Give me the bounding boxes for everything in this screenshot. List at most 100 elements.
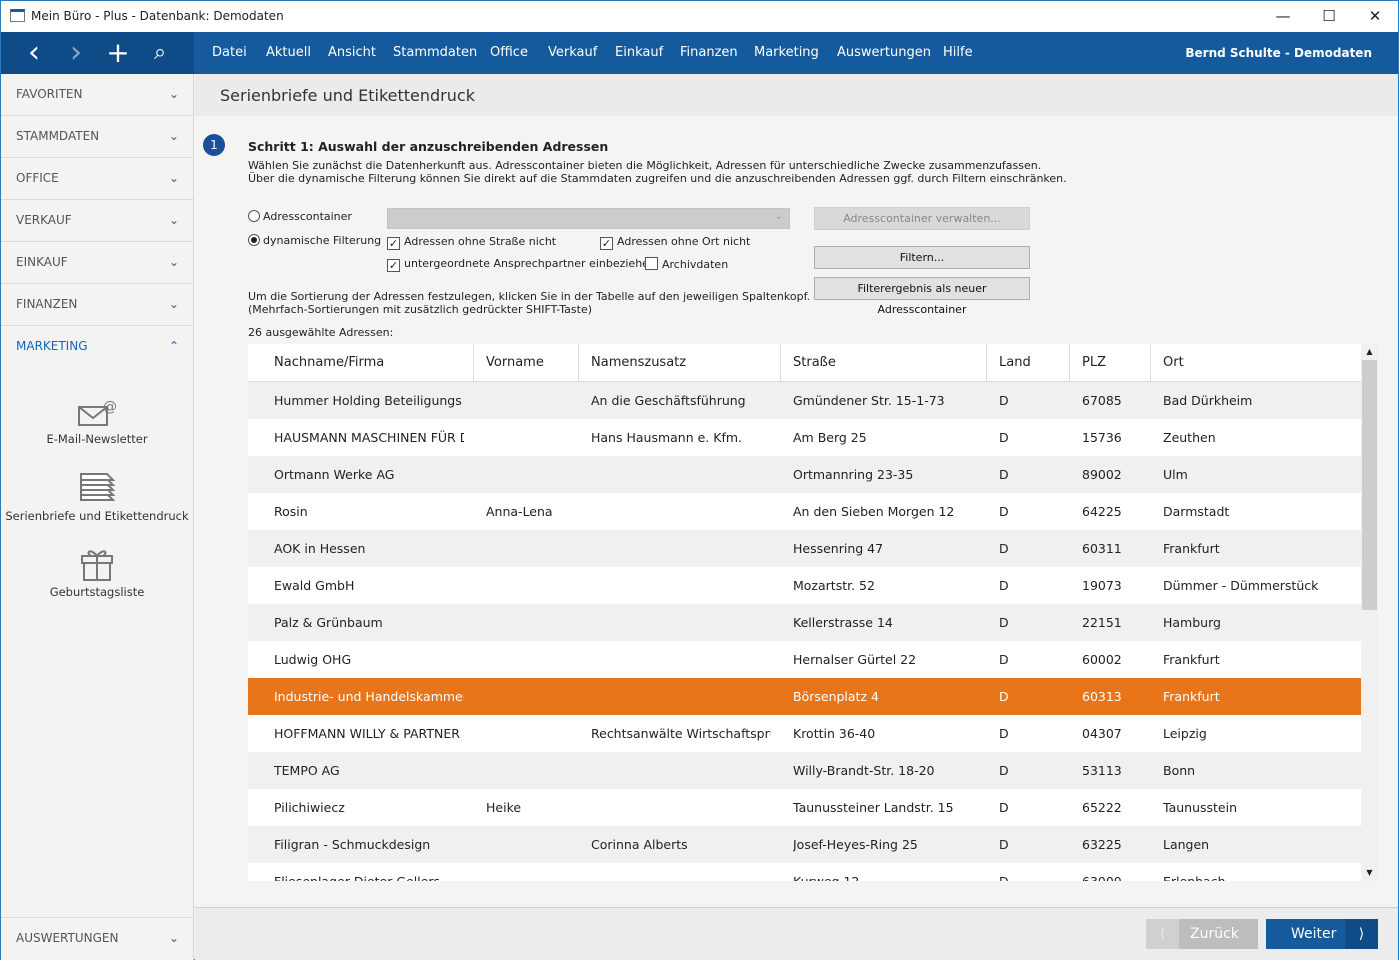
column-header[interactable]: Land [987, 344, 1070, 382]
svg-text:@: @ [103, 399, 117, 415]
sidebar-section-verkauf[interactable]: VERKAUF ⌄ [1, 200, 193, 242]
table-row[interactable]: Ortmann Werke AG Ortmannring 23-35 D 89002 U… [248, 456, 1361, 493]
tool-serienbriefe[interactable]: Serienbriefe und Etikettendruck [1, 472, 193, 523]
tool-label: Serienbriefe und Etikettendruck [5, 509, 189, 523]
sort-hint-2: (Mehrfach-Sortierungen mit zusätzlich ge… [248, 303, 593, 316]
close-button[interactable]: ✕ [1352, 1, 1398, 32]
table-cell: Mozartstr. 52 [793, 578, 875, 593]
table-cell: 60313 [1082, 689, 1122, 704]
chevron-left-icon: ⟨ [1146, 919, 1179, 949]
checkbox[interactable]: ✓ [387, 259, 400, 272]
table-cell: D [999, 578, 1009, 593]
radio-circle[interactable] [248, 234, 260, 246]
sidebar-section-einkauf[interactable]: EINKAUF ⌄ [1, 242, 193, 284]
search-icon[interactable]: ⌕ [145, 32, 175, 74]
maximize-button[interactable]: ☐ [1306, 1, 1352, 32]
section-label: STAMMDATEN [16, 129, 100, 143]
table-row[interactable]: Fliesenlager Dieter Gellers Kurweg 12 D 630… [248, 863, 1361, 881]
table-cell: HOFFMANN WILLY & PARTNER [274, 726, 460, 741]
table-cell: HAUSMANN MASCHINEN FÜR D [274, 430, 464, 445]
table-cell: Krottin 36-40 [793, 726, 876, 741]
table-row[interactable]: Ludwig OHG Hernalser Gürtel 22 D 60002 Frank… [248, 641, 1361, 678]
radio-label: Adresscontainer [263, 210, 352, 223]
column-header[interactable]: Straße [781, 344, 987, 382]
table-row[interactable]: Ewald GmbH Mozartstr. 52 D 19073 Dümmer - Dü… [248, 567, 1361, 604]
checkbox-ohne-strasse[interactable]: ✓ Adressen ohne Straße nicht [387, 235, 556, 250]
menu-verkauf[interactable]: Verkauf [548, 32, 597, 74]
manage-container-button[interactable]: Adresscontainer verwalten... [814, 207, 1030, 230]
sidebar-section-auswertungen[interactable]: AUSWERTUNGEN ⌄ [1, 917, 193, 959]
checkbox-label: Adressen ohne Straße nicht [404, 235, 557, 248]
menu-datei[interactable]: Datei [212, 32, 247, 74]
table-row[interactable]: HOFFMANN WILLY & PARTNER Rechtsanwälte Wi… [248, 715, 1361, 752]
checkbox-ansprechpartner[interactable]: ✓ untergeordnete Ansprechpartner einbezie… [387, 257, 656, 272]
intro-text-2: Über die dynamische Filterung können Sie… [248, 172, 1067, 185]
radio-dynamische-filterung[interactable]: dynamische Filterung [248, 234, 381, 247]
menu-hilfe[interactable]: Hilfe [943, 32, 973, 74]
table-cell: 63000 [1082, 863, 1141, 881]
checkbox-ohne-ort[interactable]: ✓ Adressen ohne Ort nicht [600, 235, 750, 250]
tool-label: E-Mail-Newsletter [46, 432, 148, 446]
tool-geburtstagsliste[interactable]: Geburtstagsliste [1, 546, 193, 599]
menu-einkauf[interactable]: Einkauf [615, 32, 663, 74]
radio-circle[interactable] [248, 210, 260, 222]
column-header[interactable]: Namenszusatz [579, 344, 781, 382]
menu-aktuell[interactable]: Aktuell [266, 32, 311, 74]
table-row[interactable]: Hummer Holding Beteiligungs Gr An die Ges… [248, 382, 1361, 419]
sidebar-section-finanzen[interactable]: FINANZEN ⌄ [1, 284, 193, 326]
back-button[interactable]: ⟨ Zurück [1146, 919, 1258, 949]
chevron-down-icon: ⌄ [168, 297, 179, 311]
checkbox[interactable] [645, 257, 658, 270]
sidebar-section-favoriten[interactable]: FAVORITEN ⌄ [1, 74, 193, 116]
back-arrow-icon[interactable]: ‹ [19, 32, 49, 74]
menu-marketing[interactable]: Marketing [754, 32, 819, 74]
tool-email-newsletter[interactable]: @ E-Mail-Newsletter [1, 399, 193, 446]
table-cell: Ewald GmbH [274, 578, 355, 593]
table-scrollbar[interactable]: ▲ ▼ [1361, 344, 1378, 881]
table-cell: D [999, 689, 1009, 704]
table-row[interactable]: Filigran - Schmuckdesign Corinna Alberts J… [248, 826, 1361, 863]
table-cell: D [999, 652, 1009, 667]
scroll-down-icon[interactable]: ▼ [1361, 865, 1378, 881]
add-icon[interactable]: + [103, 32, 133, 74]
menu-office[interactable]: Office [490, 32, 528, 74]
table-cell: Hamburg [1163, 615, 1221, 630]
table-row[interactable]: HAUSMANN MASCHINEN FÜR D Hans Hausmann e.… [248, 419, 1361, 456]
menu-ansicht[interactable]: Ansicht [328, 32, 376, 74]
checkbox[interactable]: ✓ [600, 237, 613, 250]
user-label[interactable]: Bernd Schulte - Demodaten [1185, 32, 1372, 74]
column-header[interactable]: PLZ [1070, 344, 1151, 382]
sidebar-section-stammdaten[interactable]: STAMMDATEN ⌄ [1, 116, 193, 158]
address-table: Nachname/Firma Vorname Namenszusatz Straße L… [248, 344, 1361, 881]
table-cell: Am Berg 25 [793, 430, 867, 445]
scroll-thumb[interactable] [1362, 360, 1377, 610]
table-row[interactable]: Pilichiwiecz Heike Taunussteiner Landstr. … [248, 789, 1361, 826]
next-button[interactable]: Weiter ⟩ [1266, 919, 1378, 949]
table-row[interactable]: Industrie- und Handelskammer F Börsenplat… [248, 678, 1361, 715]
column-header[interactable]: Ort [1151, 344, 1361, 382]
adresscontainer-select[interactable]: ⌄ [387, 208, 790, 229]
menu-stammdaten[interactable]: Stammdaten [393, 32, 477, 74]
table-cell: 60311 [1082, 541, 1122, 556]
table-cell: Bonn [1163, 763, 1196, 778]
table-row[interactable]: Rosin Anna-Lena An den Sieben Morgen 12 D 64… [248, 493, 1361, 530]
radio-adresscontainer[interactable]: Adresscontainer [248, 210, 352, 223]
column-header[interactable]: Vorname [474, 344, 579, 382]
table-row[interactable]: AOK in Hessen Hessenring 47 D 60311 Frankfur… [248, 530, 1361, 567]
save-as-container-button[interactable]: Filterergebnis als neuer Adresscontainer [814, 277, 1030, 316]
checkbox-archivdaten[interactable]: Archivdaten [645, 257, 728, 271]
filter-button[interactable]: Filtern... [814, 246, 1030, 269]
minimize-button[interactable]: — [1260, 1, 1306, 32]
forward-arrow-icon[interactable]: › [61, 32, 91, 74]
scroll-up-icon[interactable]: ▲ [1361, 344, 1378, 360]
sidebar-section-office[interactable]: OFFICE ⌄ [1, 158, 193, 200]
menu-finanzen[interactable]: Finanzen [680, 32, 738, 74]
column-header[interactable]: Nachname/Firma [248, 344, 474, 382]
table-row[interactable]: TEMPO AG Willy-Brandt-Str. 18-20 D 53113 Bon… [248, 752, 1361, 789]
table-cell: 60002 [1082, 652, 1122, 667]
table-cell: Frankfurt [1163, 541, 1220, 556]
table-row[interactable]: Palz & Grünbaum Kellerstrasse 14 D 22151 Ham… [248, 604, 1361, 641]
sidebar-section-marketing[interactable]: MARKETING ⌃ [1, 326, 193, 368]
menu-auswertungen[interactable]: Auswertungen [837, 32, 931, 74]
checkbox[interactable]: ✓ [387, 237, 400, 250]
